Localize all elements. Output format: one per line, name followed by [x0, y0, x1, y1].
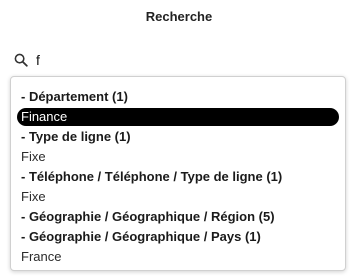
search-row — [12, 50, 346, 70]
result-option[interactable]: Fixe — [11, 187, 345, 207]
panel-title: Recherche — [145, 9, 213, 24]
group-header: - Département (1) — [21, 89, 128, 104]
search-icon — [14, 53, 28, 67]
search-results-dropdown: - Département (1) Finance - Type de lign… — [10, 76, 346, 271]
group-header: - Type de ligne (1) — [21, 129, 131, 144]
result-option[interactable]: Fixe — [11, 147, 345, 167]
search-panel: Recherche - Département (1) Finance - Ty… — [0, 0, 358, 277]
group-header: - Téléphone / Téléphone / Type de ligne … — [21, 169, 283, 184]
results-list: - Département (1) Finance - Type de lign… — [11, 87, 345, 267]
group-header: - Géographie / Géographique / Région (5) — [21, 209, 275, 224]
result-option-selected[interactable]: Finance — [17, 108, 339, 126]
result-option[interactable]: France — [11, 247, 345, 267]
group-header: - Géographie / Géographique / Pays (1) — [21, 229, 261, 244]
search-input[interactable] — [36, 50, 336, 70]
